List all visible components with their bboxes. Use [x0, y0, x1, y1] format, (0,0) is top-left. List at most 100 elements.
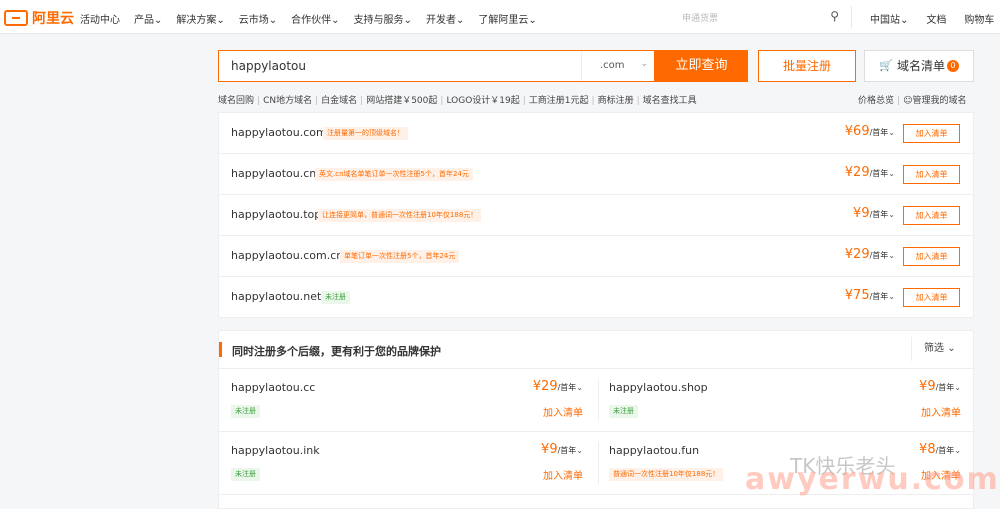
- quick-link[interactable]: LOGO设计￥19起: [446, 96, 519, 106]
- global-search-input[interactable]: 申通货票 ⚲: [672, 6, 852, 28]
- quick-link[interactable]: CN地方域名: [263, 96, 312, 106]
- nav-item-activity[interactable]: 活动中心: [80, 11, 120, 26]
- add-to-list-link[interactable]: 加入清单: [543, 404, 583, 419]
- section-header: 同时注册多个后缀，更有利于您的品牌保护 筛选 ⌄: [219, 331, 973, 369]
- quick-link[interactable]: 域名查找工具: [643, 96, 697, 106]
- batch-register-button[interactable]: 批量注册: [758, 50, 856, 82]
- chevron-down-icon: ⌄: [954, 446, 961, 455]
- domain-list-label: 域名清单: [897, 59, 946, 73]
- quick-link[interactable]: 白金域名: [321, 96, 357, 106]
- domain-search-value: happylaotou: [231, 59, 306, 73]
- filter-button[interactable]: 筛选 ⌄: [911, 337, 956, 361]
- docs-link[interactable]: 文档: [926, 11, 946, 26]
- result-row: happylaotou.com 注册量第一的顶级域名！ ¥69/首年⌄ 加入清单: [219, 113, 973, 154]
- nav-item-about[interactable]: 了解阿里云⌄: [478, 11, 536, 26]
- suffix-select[interactable]: .com ⌄: [581, 51, 656, 81]
- result-row: happylaotou.top 让连接更简单，普通词一次性注册10年仅188元！…: [219, 195, 973, 236]
- domain-list-button[interactable]: 🛒 域名清单 0: [864, 50, 974, 82]
- chevron-down-icon: ⌄: [576, 383, 583, 392]
- manage-domains-link[interactable]: 管理我的域名: [912, 96, 966, 106]
- suffix-domain: happylaotou.cc: [231, 381, 316, 394]
- chevron-down-icon: ⌄: [888, 128, 895, 137]
- suffix-price[interactable]: ¥9/首年⌄: [919, 379, 961, 394]
- result-domain: happylaotou.com: [231, 126, 327, 139]
- chevron-down-icon: ⌄: [888, 292, 895, 301]
- aliyun-logo[interactable]: 阿里云: [4, 8, 74, 28]
- chevron-down-icon: ⌄: [216, 15, 225, 26]
- cart-link[interactable]: 购物车: [964, 11, 994, 26]
- nav-item-solutions[interactable]: 解决方案⌄: [176, 11, 224, 26]
- divider: |: [897, 96, 901, 106]
- global-search-placeholder: 申通货票: [682, 14, 719, 24]
- quick-link[interactable]: 网站搭建￥500起: [366, 96, 437, 106]
- search-icon[interactable]: ⚲: [830, 9, 839, 23]
- result-domain: happylaotou.net: [231, 290, 322, 303]
- cart-icon: 🛒: [879, 59, 893, 72]
- nav-item-support[interactable]: 支持与服务⌄: [354, 11, 412, 26]
- chevron-down-icon: ⌄: [640, 59, 648, 69]
- chevron-down-icon: ⌄: [888, 210, 895, 219]
- suffix-price[interactable]: ¥9/首年⌄: [541, 442, 583, 457]
- logo-text: 阿里云: [32, 11, 74, 27]
- result-price[interactable]: ¥29/首年⌄: [845, 165, 895, 180]
- result-price[interactable]: ¥75/首年⌄: [845, 288, 895, 303]
- add-to-list-button[interactable]: 加入清单: [903, 124, 960, 143]
- quick-link[interactable]: 商标注册: [598, 96, 634, 106]
- result-domain: happylaotou.com.cn: [231, 249, 344, 262]
- nav-item-marketplace[interactable]: 云市场⌄: [239, 11, 277, 26]
- chevron-down-icon: ⌄: [888, 251, 895, 260]
- chevron-down-icon: ⌄: [947, 343, 956, 354]
- result-price[interactable]: ¥9/首年⌄: [853, 206, 895, 221]
- section-title: 同时注册多个后缀，更有利于您的品牌保护: [232, 345, 441, 358]
- add-to-list-button[interactable]: 加入清单: [903, 165, 960, 184]
- price-overview-link[interactable]: 价格总览: [858, 96, 894, 106]
- status-badge: 未注册: [321, 291, 350, 304]
- region-switch[interactable]: 中国站⌄: [870, 11, 908, 26]
- divider: |: [522, 96, 526, 106]
- status-badge: 未注册: [231, 405, 260, 418]
- quick-link[interactable]: 域名回购: [218, 96, 254, 106]
- main-nav: 活动中心 产品⌄ 解决方案⌄ 云市场⌄ 合作伙伴⌄ 支持与服务⌄ 开发者⌄ 了解…: [80, 11, 537, 26]
- status-badge: 未注册: [231, 468, 260, 481]
- watermark-url: awyerwu.com: [745, 462, 1000, 497]
- chevron-down-icon: ⌄: [576, 446, 583, 455]
- divider: |: [591, 96, 595, 106]
- suffix-domain: happylaotou.shop: [609, 381, 708, 394]
- suffix-item: happylaotou.ink 未注册 ¥9/首年⌄ 加入清单: [219, 432, 583, 494]
- result-domain: happylaotou.top: [231, 208, 322, 221]
- divider: |: [440, 96, 444, 106]
- add-to-list-button[interactable]: 加入清单: [903, 206, 960, 225]
- result-row: happylaotou.com.cn 单笔订单一次性注册5个，首年24元 ¥29…: [219, 236, 973, 277]
- search-results: happylaotou.com 注册量第一的顶级域名！ ¥69/首年⌄ 加入清单…: [218, 112, 974, 318]
- chevron-down-icon: ⌄: [528, 15, 537, 26]
- section-accent-bar: [219, 342, 222, 357]
- domain-search-input[interactable]: happylaotou .com ⌄: [218, 50, 655, 82]
- suffix-item: happylaotou.shop 未注册 ¥9/首年⌄ 加入清单: [597, 369, 961, 431]
- result-price[interactable]: ¥69/首年⌄: [845, 124, 895, 139]
- nav-item-partners[interactable]: 合作伙伴⌄: [291, 11, 339, 26]
- divider: |: [636, 96, 640, 106]
- add-to-list-button[interactable]: 加入清单: [903, 288, 960, 307]
- nav-item-products[interactable]: 产品⌄: [134, 11, 162, 26]
- add-to-list-link[interactable]: 加入清单: [921, 404, 961, 419]
- chevron-down-icon: ⌄: [268, 15, 278, 26]
- chevron-down-icon: ⌄: [888, 169, 895, 178]
- divider: |: [315, 96, 319, 106]
- result-price[interactable]: ¥29/首年⌄: [845, 247, 895, 262]
- add-to-list-button[interactable]: 加入清单: [903, 247, 960, 266]
- promo-tag: 注册量第一的顶级域名！: [323, 127, 408, 140]
- nav-item-developers[interactable]: 开发者⌄: [426, 11, 464, 26]
- promo-tag: 让连接更简单，普通词一次性注册10年仅188元！: [318, 209, 482, 222]
- suffix-price[interactable]: ¥8/首年⌄: [919, 442, 961, 457]
- quick-link[interactable]: 工商注册1元起: [529, 96, 589, 106]
- add-to-list-link[interactable]: 加入清单: [543, 467, 583, 482]
- suffix-price[interactable]: ¥29/首年⌄: [533, 379, 583, 394]
- top-right-links: 中国站⌄ 文档 购物车: [870, 11, 994, 26]
- chevron-down-icon: ⌄: [954, 383, 961, 392]
- domain-list-count-badge: 0: [947, 60, 959, 72]
- result-row: happylaotou.net 未注册 ¥75/首年⌄ 加入清单: [219, 277, 973, 318]
- divider: |: [257, 96, 261, 106]
- promo-tag: 单笔订单一次性注册5个，首年24元: [340, 250, 460, 263]
- result-row: happylaotou.cn 英文.cn域名单笔订单一次性注册5个，首年24元 …: [219, 154, 973, 195]
- query-button[interactable]: 立即查询: [655, 50, 748, 82]
